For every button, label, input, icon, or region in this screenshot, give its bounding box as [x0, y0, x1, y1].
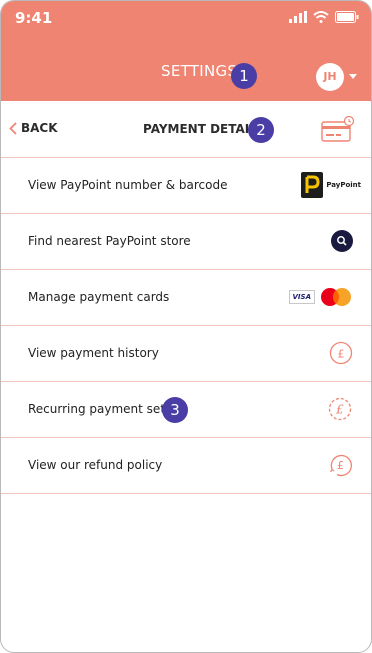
pound-circle-icon: £	[329, 341, 353, 365]
menu-item-payment-history[interactable]: View payment history £	[1, 326, 371, 382]
header-title: SETTINGS	[161, 62, 238, 80]
paypoint-logo-icon: PayPoint	[301, 172, 361, 198]
annotation-badge-1: 1	[231, 63, 257, 89]
menu-item-find-store[interactable]: Find nearest PayPoint store	[1, 214, 371, 270]
menu-item-refund-policy[interactable]: View our refund policy £	[1, 438, 371, 494]
wifi-icon	[313, 11, 329, 23]
menu-item-label: View PayPoint number & barcode	[28, 178, 228, 192]
menu-item-manage-cards[interactable]: Manage payment cards VISA	[1, 270, 371, 326]
chevron-down-icon[interactable]	[349, 74, 357, 80]
back-label: BACK	[21, 121, 58, 135]
signal-icon	[289, 11, 307, 23]
menu-item-paypoint-barcode[interactable]: View PayPoint number & barcode PayPoint	[1, 158, 371, 214]
status-bar: 9:41	[1, 1, 371, 39]
menu-item-label: View payment history	[28, 346, 159, 360]
pound-recurring-icon: £	[328, 397, 352, 421]
back-button[interactable]: BACK	[9, 121, 58, 135]
annotation-badge-2: 2	[248, 117, 274, 143]
menu-item-label: Find nearest PayPoint store	[28, 234, 191, 248]
status-icons	[289, 11, 359, 23]
menu-item-label: View our refund policy	[28, 458, 163, 472]
menu-item-label: Manage payment cards	[28, 290, 170, 304]
phone-frame: 9:41 SETTINGS 1 JH BACK PAYMENT DETAILS …	[0, 0, 372, 653]
subheader: BACK PAYMENT DETAILS	[1, 101, 371, 158]
svg-text:£: £	[338, 348, 345, 361]
menu-item-recurring-payment[interactable]: Recurring payment set-up 3 £	[1, 382, 371, 438]
svg-text:£: £	[337, 459, 344, 472]
chevron-left-icon	[9, 121, 17, 135]
payment-menu: View PayPoint number & barcode PayPoint …	[1, 158, 371, 494]
status-time: 9:41	[15, 9, 53, 27]
battery-icon	[335, 11, 359, 23]
svg-text:£: £	[335, 403, 344, 417]
pound-refund-icon: £	[329, 454, 352, 477]
search-icon	[331, 230, 353, 252]
annotation-badge-3: 3	[162, 397, 188, 423]
avatar[interactable]: JH	[316, 63, 344, 91]
payment-card-icon	[321, 115, 355, 142]
visa-mastercard-icon: VISA	[288, 287, 353, 307]
header: SETTINGS	[1, 39, 371, 101]
